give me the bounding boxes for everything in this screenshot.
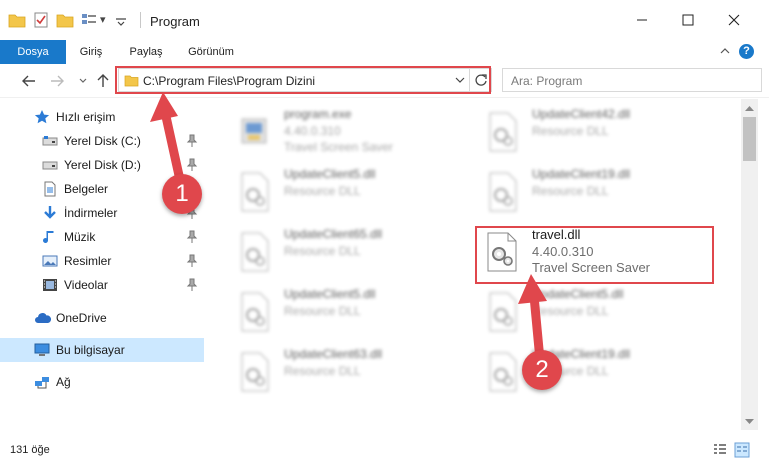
sidebar-item-network[interactable]: Ağ	[0, 370, 204, 394]
drive-icon	[42, 133, 58, 149]
application-icon	[234, 109, 274, 153]
file-item[interactable]: UpdateClient5.dll Resource DLL	[234, 283, 474, 341]
details-view-icon[interactable]	[712, 442, 728, 458]
file-highlight	[475, 226, 714, 284]
computer-icon	[34, 342, 50, 358]
title-separator	[140, 12, 141, 28]
step-badge-2: 2	[522, 350, 562, 390]
tab-home[interactable]: Giriş	[66, 40, 116, 64]
tab-share[interactable]: Paylaş	[118, 40, 174, 64]
folder-icon	[8, 11, 26, 29]
videos-icon	[42, 277, 58, 293]
tab-file[interactable]: Dosya	[0, 40, 66, 64]
new-folder-icon[interactable]	[56, 11, 74, 29]
music-icon	[42, 229, 58, 245]
sidebar-item-music[interactable]: Müzik	[0, 225, 204, 249]
file-item[interactable]: program.exe 4.40.0.310 Travel Screen Sav…	[234, 103, 474, 161]
expand-ribbon-icon[interactable]	[718, 44, 732, 61]
star-icon	[34, 109, 50, 125]
customize-quick-access-button[interactable]: ▾	[100, 13, 112, 31]
dll-file-icon	[234, 289, 274, 333]
sidebar-item-quick-access[interactable]: Hızlı erişim	[0, 105, 204, 129]
pictures-icon	[42, 253, 58, 269]
file-item[interactable]: UpdateClient42.dll Resource DLL	[482, 103, 722, 161]
sidebar-item-this-pc[interactable]: Bu bilgisayar	[0, 338, 204, 362]
window-title: Program	[150, 14, 200, 29]
properties-icon[interactable]	[32, 11, 50, 29]
pin-icon[interactable]	[186, 134, 198, 148]
scroll-down-icon[interactable]	[741, 413, 758, 430]
sidebar-item-local-disk-d[interactable]: Yerel Disk (D:)	[0, 153, 204, 177]
address-highlight	[115, 66, 491, 94]
network-icon	[34, 374, 50, 390]
file-item[interactable]: UpdateClient19.dll Resource DLL	[482, 343, 722, 401]
dll-file-icon	[234, 229, 274, 273]
minimize-button[interactable]	[619, 0, 665, 40]
tab-view[interactable]: Görünüm	[176, 40, 246, 64]
close-button[interactable]	[711, 0, 757, 40]
vertical-scrollbar[interactable]	[741, 99, 758, 430]
sidebar-item-local-disk-c[interactable]: Yerel Disk (C:)	[0, 129, 204, 153]
maximize-button[interactable]	[665, 0, 711, 40]
navigation-pane: Hızlı erişim Yerel Disk (C:) Yerel Disk …	[0, 99, 206, 430]
help-icon[interactable]: ?	[739, 44, 754, 59]
sidebar-item-pictures[interactable]: Resimler	[0, 249, 204, 273]
scroll-thumb[interactable]	[743, 117, 756, 161]
item-count: 131 öğe	[10, 444, 50, 456]
dll-file-icon	[482, 169, 522, 213]
pin-icon[interactable]	[186, 254, 198, 268]
file-item[interactable]: UpdateClient5.dll Resource DLL	[234, 163, 474, 221]
ribbon: Dosya Giriş Paylaş Görünüm ?	[0, 40, 769, 64]
pin-icon[interactable]	[186, 158, 198, 172]
title-bar: ▾ Program	[0, 0, 769, 40]
sidebar-item-onedrive[interactable]: OneDrive	[0, 306, 204, 330]
view-options-icon[interactable]	[80, 11, 98, 29]
dll-file-icon	[234, 349, 274, 393]
file-item[interactable]: UpdateClient19.dll Resource DLL	[482, 163, 722, 221]
cloud-icon	[34, 310, 52, 326]
dll-file-icon	[482, 289, 522, 333]
download-icon	[42, 205, 58, 221]
recent-locations-button[interactable]	[74, 72, 92, 90]
search-input[interactable]: Ara: Program	[511, 74, 582, 88]
file-item[interactable]: UpdateClient65.dll Resource DLL	[234, 223, 474, 281]
documents-icon	[42, 181, 58, 197]
pin-icon[interactable]	[186, 230, 198, 244]
status-bar: 131 öğe	[0, 430, 769, 476]
step-badge-1: 1	[162, 174, 202, 214]
forward-button[interactable]	[48, 72, 66, 90]
drive-icon	[42, 157, 58, 173]
sidebar-item-videos[interactable]: Videolar	[0, 273, 204, 297]
file-item[interactable]: UpdateClient5.dll Resource DLL	[482, 283, 722, 341]
dll-file-icon	[234, 169, 274, 213]
address-row: C:\Program Files\Program Dizini Ara: Pro…	[0, 64, 769, 98]
large-icons-view-icon[interactable]	[734, 442, 750, 458]
back-button[interactable]	[20, 72, 38, 90]
dll-file-icon	[482, 349, 522, 393]
dll-file-icon	[482, 109, 522, 153]
scroll-up-icon[interactable]	[741, 99, 758, 116]
search-box[interactable]: Ara: Program	[502, 68, 762, 92]
file-item[interactable]: UpdateClient63.dll Resource DLL	[234, 343, 474, 401]
chevron-down-icon[interactable]	[114, 11, 132, 29]
pin-icon[interactable]	[186, 278, 198, 292]
up-button[interactable]	[94, 72, 112, 90]
